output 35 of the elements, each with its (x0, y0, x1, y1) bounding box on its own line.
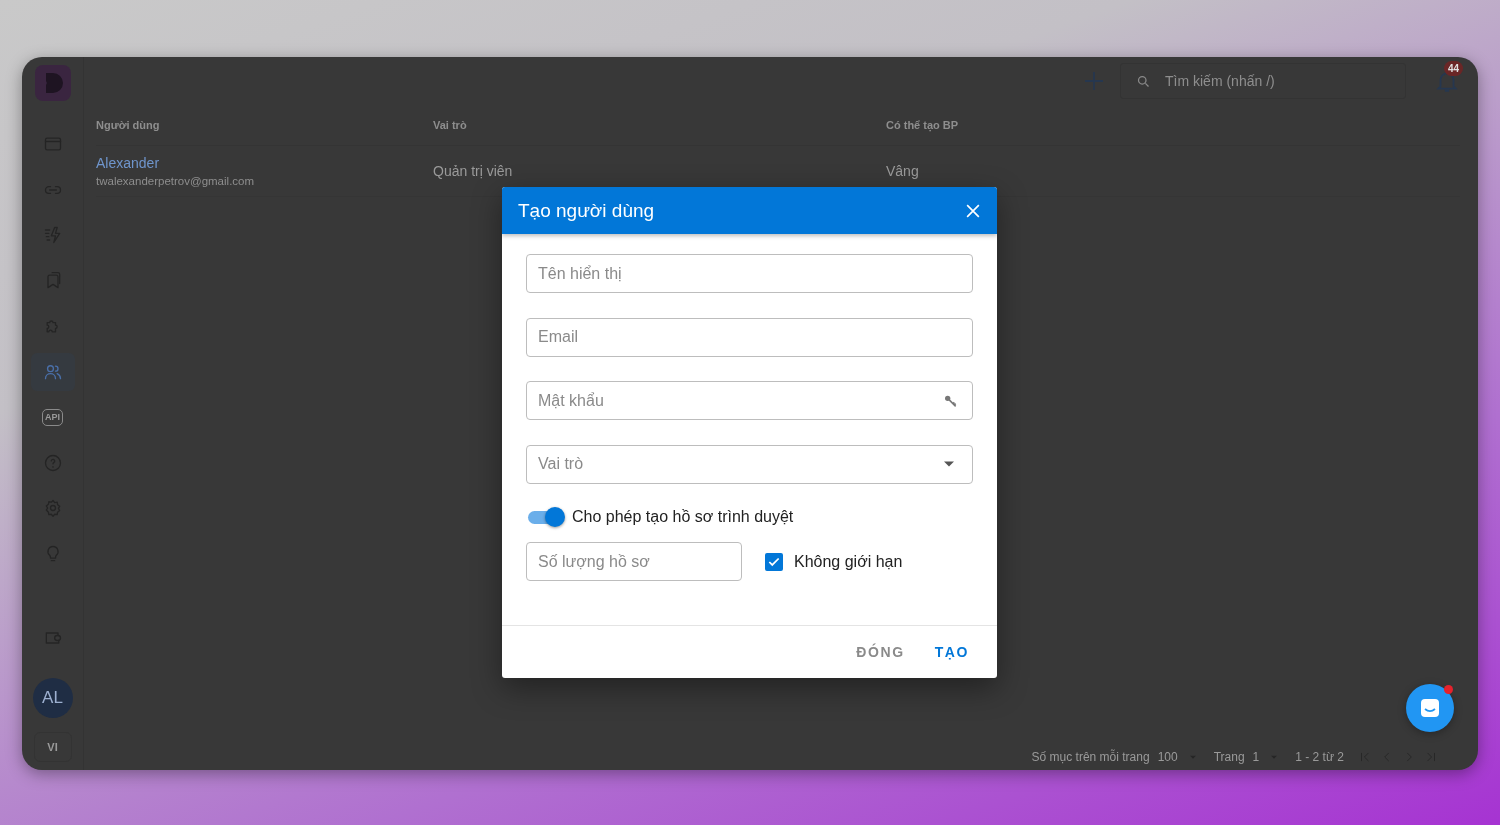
user-name-link[interactable]: Alexander (96, 155, 160, 171)
permission-cell: Vâng (886, 163, 919, 179)
rows-per-page-select[interactable]: 100 (1157, 750, 1178, 764)
column-header[interactable]: Có thể tạo BP (886, 119, 1460, 131)
app-logo[interactable] (34, 65, 71, 101)
sidebar-item[interactable] (30, 352, 75, 391)
toggle-label: Cho phép tạo hồ sơ trình duyệt (572, 508, 794, 526)
notification-count: 44 (1444, 61, 1464, 76)
role-select[interactable]: Vai trò (526, 444, 973, 484)
search-icon (1136, 74, 1151, 89)
input-field[interactable]: Tên hiển thị (526, 254, 973, 293)
input-field[interactable]: Số lượng hồ sơ (526, 542, 742, 581)
user-avatar[interactable]: AL (32, 678, 73, 718)
search-field[interactable]: Tìm kiếm (nhấn /) (1120, 63, 1406, 99)
page-select[interactable]: 1 (1252, 750, 1260, 764)
page-label: Trang (1213, 750, 1245, 764)
page-range: 1 - 2 từ 2 (1295, 750, 1344, 764)
user-email: twalexanderpetrov@gmail.com (96, 175, 256, 187)
input-field[interactable]: Email (526, 317, 973, 357)
language-button[interactable]: VI (33, 732, 72, 762)
close-button[interactable]: ĐÓNG (844, 636, 917, 668)
column-header[interactable]: Vai trò (433, 119, 886, 131)
api-icon: API (42, 408, 63, 426)
checkbox-label: Không giới hạn (794, 552, 903, 571)
role-cell: Quản trị viên (433, 163, 513, 179)
chat-icon (1418, 696, 1442, 720)
sidebar-item[interactable]: API (30, 398, 75, 436)
chat-button[interactable] (1406, 684, 1454, 732)
checkbox[interactable] (765, 552, 783, 571)
dialog-title: Tạo người dùng (518, 199, 655, 222)
column-header[interactable]: Người dùng (96, 119, 433, 131)
input-field[interactable]: Mật khẩu (526, 381, 973, 420)
toggle-switch[interactable] (526, 506, 566, 528)
create-button[interactable]: TẠO (922, 636, 981, 668)
rows-per-page-label: Số mục trên mỗi trang (1031, 750, 1150, 764)
